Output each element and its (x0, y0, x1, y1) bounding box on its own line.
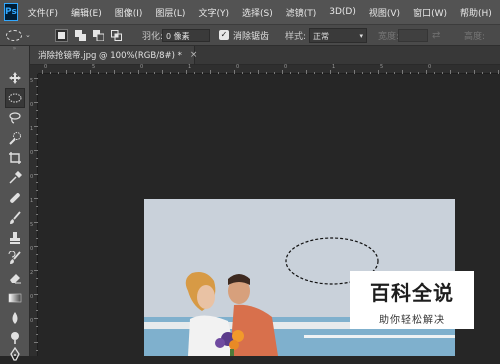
quick-selection-tool[interactable] (5, 128, 25, 148)
pen-tool[interactable] (5, 344, 25, 364)
menu-window[interactable]: 窗口(W) (413, 6, 447, 19)
quick-selection-icon (9, 132, 21, 145)
lasso-tool[interactable] (5, 108, 25, 128)
document-tab-bar: 消除抢镜帝.jpg @ 100%(RGB/8#) * × (30, 46, 500, 65)
dropdown-arrow-icon: ▾ (359, 32, 363, 40)
add-to-selection-icon (75, 30, 86, 41)
healing-brush-tool[interactable] (5, 188, 25, 208)
ruler-number: 0 (30, 294, 34, 300)
brush-icon (10, 211, 21, 224)
eyedropper-icon (9, 171, 22, 184)
blur-tool[interactable] (5, 308, 25, 328)
clone-stamp-tool[interactable] (5, 228, 25, 248)
style-label: 样式: (285, 31, 307, 42)
move-tool[interactable] (5, 68, 25, 88)
ruler-number: 0 (428, 64, 432, 70)
ruler-number: 0 (30, 318, 34, 324)
ruler-number: 1 (332, 64, 336, 70)
move-icon (9, 72, 21, 84)
elliptical-marquee-tool[interactable] (5, 88, 25, 108)
height-label: 高度: (464, 31, 486, 42)
new-selection-button[interactable] (55, 29, 68, 42)
style-value: 正常 (313, 32, 329, 41)
ruler-number: 5 (92, 64, 96, 70)
toolbar-collapse-handle[interactable]: » (0, 46, 29, 52)
document-tab[interactable]: 消除抢镜帝.jpg @ 100%(RGB/8#) * × (30, 46, 198, 64)
subtract-from-selection-button[interactable] (92, 29, 105, 42)
elliptical-marquee-icon (8, 93, 22, 103)
lasso-icon (9, 112, 21, 124)
menu-view[interactable]: 视图(V) (369, 6, 400, 19)
menu-3d[interactable]: 3D(D) (329, 7, 356, 17)
watermark-title: 百科全说 (370, 281, 454, 305)
ruler-number: 1 (30, 198, 34, 204)
history-brush-tool[interactable] (5, 248, 25, 268)
ruler-number: 0 (30, 150, 34, 156)
vertical-ruler[interactable]: 5 0 1 0 0 1 5 0 2 0 0 (30, 74, 38, 356)
menu-bar: Ps 文件(F) 编辑(E) 图像(I) 图层(L) 文字(Y) 选择(S) 滤… (0, 0, 500, 24)
ruler-number: 0 (44, 64, 48, 70)
intersect-selection-button[interactable] (110, 29, 123, 42)
ruler-number: 0 (30, 102, 34, 108)
ruler-number: 0 (284, 64, 288, 70)
watermark-badge: 百科全说 助你轻松解决 (350, 271, 474, 329)
eraser-icon (10, 274, 21, 284)
antialias-checkbox[interactable]: ✓ (219, 30, 229, 40)
new-selection-icon (58, 32, 65, 39)
crop-tool[interactable] (5, 148, 25, 168)
menu-help[interactable]: 帮助(H) (460, 6, 492, 19)
menu-file[interactable]: 文件(F) (28, 6, 58, 19)
ruler-corner[interactable] (30, 65, 38, 74)
ruler-number: 2 (30, 270, 34, 276)
menu-layer[interactable]: 图层(L) (155, 6, 185, 19)
healing-brush-icon (10, 193, 20, 203)
intersect-selection-icon (111, 30, 122, 41)
menu-edit[interactable]: 编辑(E) (71, 6, 102, 19)
menu-filter[interactable]: 滤镜(T) (286, 6, 317, 19)
ruler-number: 5 (30, 222, 34, 228)
watermark-subtitle: 助你轻松解决 (379, 315, 445, 326)
document-tab-title: 消除抢镜帝.jpg @ 100%(RGB/8#) * (38, 51, 182, 61)
gradient-icon (8, 293, 22, 303)
ruler-number: 1 (30, 126, 34, 132)
antialias-label: 消除锯齿 (233, 31, 270, 42)
clone-stamp-icon (10, 232, 20, 244)
brush-tool[interactable] (5, 208, 25, 228)
menu-type[interactable]: 文字(Y) (198, 6, 229, 19)
feather-input[interactable]: 0 像素 (162, 29, 210, 42)
ruler-number: 0 (30, 246, 34, 252)
dodge-icon (11, 332, 19, 344)
ruler-number: 0 (30, 174, 34, 180)
blur-icon (12, 312, 18, 324)
tool-preset-picker[interactable]: ⌄ (6, 25, 32, 45)
horizontal-ruler[interactable]: 0 5 0 1 0 0 1 5 0 (38, 64, 500, 74)
chevron-down-icon: ⌄ (25, 31, 31, 39)
crop-icon (9, 152, 21, 164)
eraser-tool[interactable] (5, 268, 25, 288)
history-brush-icon (8, 251, 21, 264)
ruler-number: 5 (380, 64, 384, 70)
close-icon[interactable]: × (190, 50, 198, 60)
elliptical-marquee-icon (6, 29, 22, 41)
options-bar: ⌄ 羽化: 0 像素 ✓ 消除锯齿 样式: 正常 ▾ 宽度: ⇄ 高度: (0, 24, 500, 46)
ruler-number: 0 (236, 64, 240, 70)
swap-width-height-icon[interactable]: ⇄ (432, 25, 440, 45)
gradient-tool[interactable] (5, 288, 25, 308)
menu-select[interactable]: 选择(S) (242, 6, 273, 19)
ruler-number: 1 (188, 64, 192, 70)
add-to-selection-button[interactable] (74, 29, 87, 42)
menu-image[interactable]: 图像(I) (115, 6, 143, 19)
ruler-number: 5 (30, 78, 34, 84)
eyedropper-tool[interactable] (5, 168, 25, 188)
subtract-from-selection-icon (93, 30, 104, 41)
style-select[interactable]: 正常 ▾ (309, 28, 367, 43)
pen-icon (10, 347, 20, 361)
photoshop-logo: Ps (4, 3, 18, 21)
width-label: 宽度: (378, 31, 400, 42)
feather-label: 羽化: (142, 31, 164, 42)
ruler-number: 0 (140, 64, 144, 70)
width-input[interactable] (398, 29, 428, 42)
tools-panel: » (0, 46, 30, 361)
